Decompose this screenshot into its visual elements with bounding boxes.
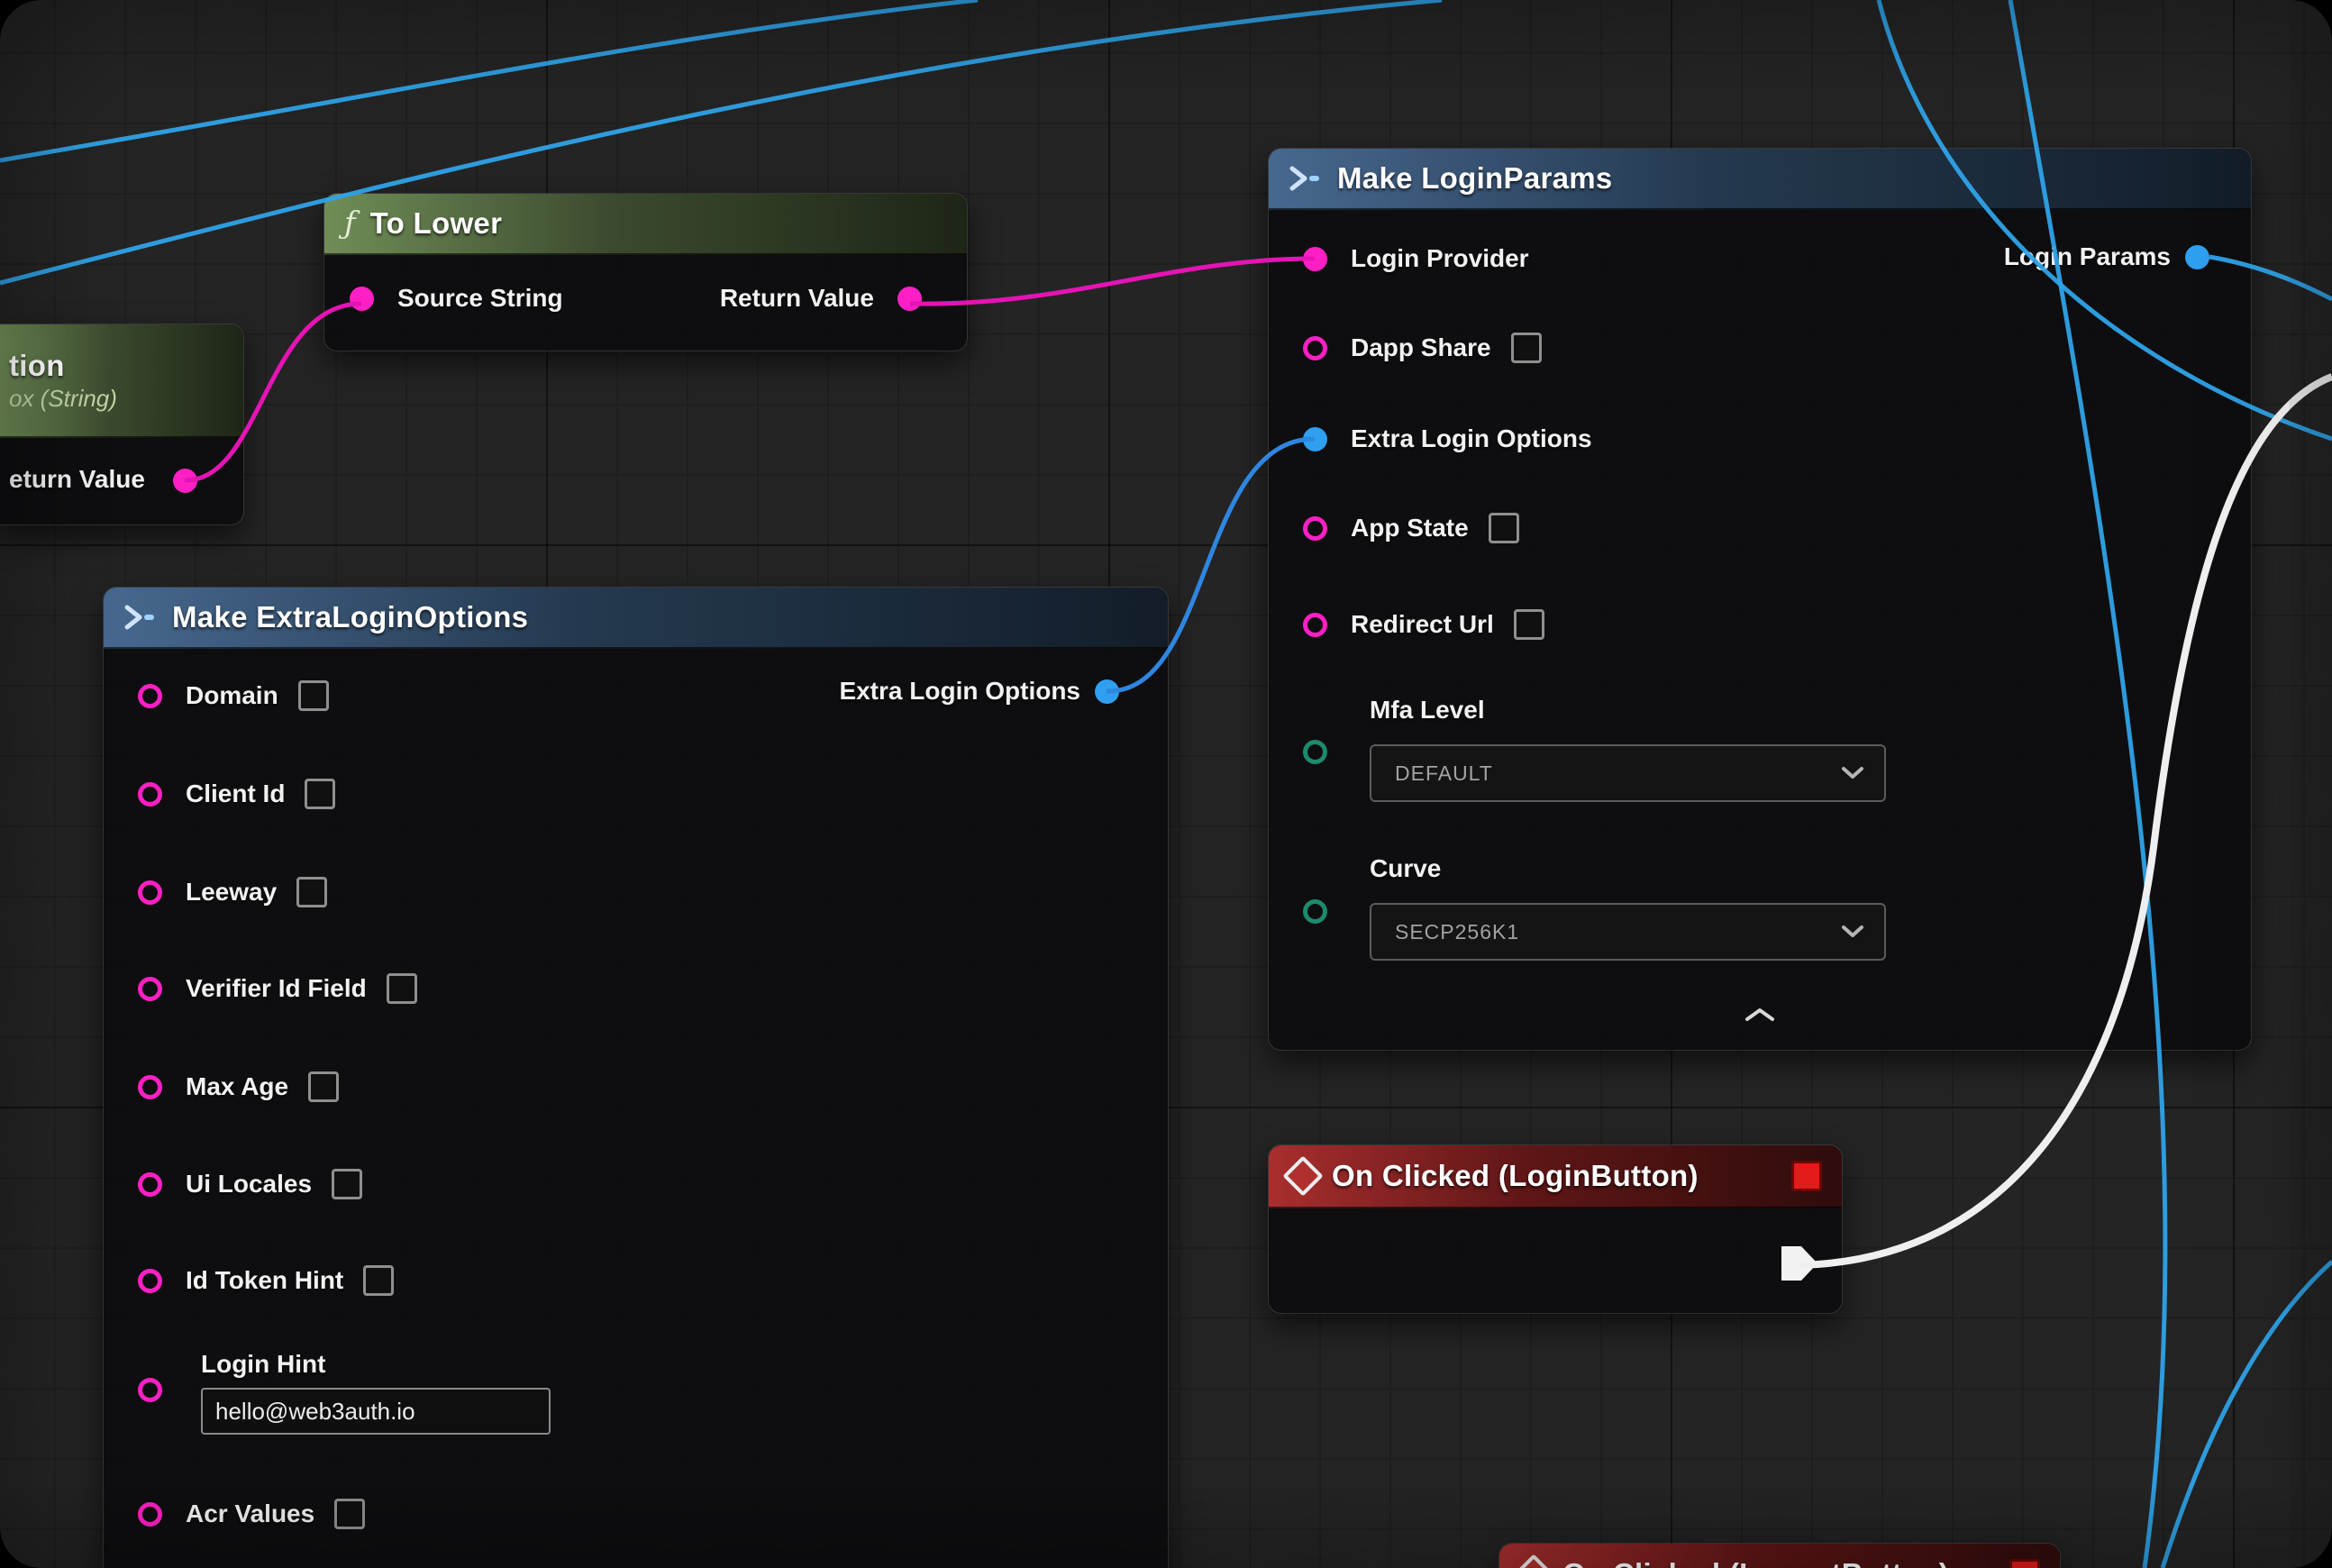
chevron-up-icon [1744, 1007, 1776, 1023]
node-make-login-params[interactable]: Make LoginParams Login Params Login Prov… [1269, 149, 2251, 1050]
login-hint-label: Login Hint [201, 1350, 325, 1379]
event-diamond-icon [1513, 1554, 1553, 1568]
client-id-label: Client Id [186, 779, 285, 808]
curve-value: SECP256K1 [1395, 920, 1519, 944]
max-age-checkbox[interactable] [308, 1071, 339, 1102]
redirect-url-pin[interactable] [1303, 613, 1327, 637]
delegate-pin[interactable] [1791, 1161, 1822, 1191]
wire-cyan-topleft-1 [0, 0, 978, 160]
ui-locales-pin[interactable] [138, 1172, 162, 1197]
app-state-label: App State [1351, 514, 1469, 542]
extra-login-options-input-label: Extra Login Options [1351, 424, 1592, 453]
id-token-hint-pin[interactable] [138, 1269, 162, 1293]
mfa-level-label: Mfa Level [1370, 696, 1485, 725]
verifier-id-field-checkbox[interactable] [387, 973, 417, 1004]
node-partial-function-title: tion [9, 349, 65, 383]
node-on-clicked-login-button[interactable]: On Clicked (LoginButton) [1269, 1145, 1842, 1313]
verifier-id-field-label: Verifier Id Field [186, 974, 367, 1003]
dapp-share-label: Dapp Share [1351, 333, 1491, 362]
exec-output-pin[interactable] [1781, 1246, 1817, 1281]
chevron-down-icon [1841, 925, 1864, 939]
node-partial-function-header[interactable]: tion ox (String) [0, 324, 243, 438]
node-make-extra-login-options-title: Make ExtraLoginOptions [172, 600, 528, 634]
login-provider-label: Login Provider [1351, 244, 1529, 273]
collapse-node-button[interactable] [1728, 999, 1791, 1030]
curve-dropdown[interactable]: SECP256K1 [1370, 903, 1886, 961]
id-token-hint-label: Id Token Hint [186, 1266, 343, 1295]
node-make-extra-login-options-header[interactable]: Make ExtraLoginOptions [104, 588, 1168, 649]
dapp-share-pin[interactable] [1303, 336, 1327, 360]
node-to-lower-title: To Lower [370, 206, 503, 241]
node-on-clicked-logout-button-header[interactable]: On Clicked (LogoutButton) [1499, 1544, 2060, 1568]
node-on-clicked-login-button-header[interactable]: On Clicked (LoginButton) [1269, 1145, 1842, 1208]
max-age-label: Max Age [186, 1072, 288, 1101]
node-on-clicked-logout-button[interactable]: On Clicked (LogoutButton) [1499, 1544, 2060, 1568]
blueprint-editor: tion ox (String) eturn Value ƒ To Lower … [0, 0, 2332, 1568]
extra-login-options-output-label: Extra Login Options [839, 677, 1080, 706]
redirect-url-label: Redirect Url [1351, 610, 1494, 639]
app-state-checkbox[interactable] [1489, 513, 1519, 543]
event-diamond-icon [1282, 1155, 1323, 1196]
delegate-pin[interactable] [2009, 1559, 2040, 1568]
chevron-down-icon [1841, 766, 1864, 780]
dapp-share-checkbox[interactable] [1511, 333, 1542, 363]
node-to-lower-header[interactable]: ƒ To Lower [324, 194, 967, 255]
node-to-lower[interactable]: ƒ To Lower Source String Return Value [324, 194, 967, 351]
domain-label: Domain [186, 681, 278, 710]
login-hint-input[interactable] [201, 1388, 551, 1435]
app-state-pin[interactable] [1303, 516, 1327, 541]
node-on-clicked-logout-button-title: On Clicked (LogoutButton) [1562, 1557, 1949, 1568]
node-make-extra-login-options[interactable]: Make ExtraLoginOptions Extra Login Optio… [104, 588, 1168, 1568]
make-struct-icon [1289, 165, 1323, 192]
curve-label: Curve [1370, 854, 1441, 883]
login-params-output-label: Login Params [2004, 242, 2171, 271]
extra-login-options-output-pin[interactable] [1095, 679, 1119, 704]
node-partial-function[interactable]: tion ox (String) eturn Value [0, 324, 243, 524]
source-string-pin[interactable] [350, 287, 374, 311]
leeway-pin[interactable] [138, 880, 162, 905]
node-on-clicked-login-button-title: On Clicked (LoginButton) [1332, 1159, 1699, 1193]
wire-tolower-to-login-provider [910, 259, 1315, 304]
redirect-url-checkbox[interactable] [1514, 609, 1544, 640]
acr-values-label: Acr Values [186, 1500, 314, 1528]
acr-values-checkbox[interactable] [334, 1499, 365, 1529]
mfa-level-pin[interactable] [1303, 740, 1327, 764]
domain-pin[interactable] [138, 684, 162, 708]
login-provider-pin[interactable] [1303, 247, 1327, 271]
max-age-pin[interactable] [138, 1075, 162, 1099]
login-hint-pin[interactable] [138, 1378, 162, 1402]
node-make-login-params-header[interactable]: Make LoginParams [1269, 149, 2251, 210]
leeway-checkbox[interactable] [296, 877, 327, 907]
ui-locales-label: Ui Locales [186, 1170, 312, 1199]
mfa-level-value: DEFAULT [1395, 761, 1493, 786]
id-token-hint-checkbox[interactable] [363, 1265, 394, 1296]
node-make-login-params-title: Make LoginParams [1337, 161, 1613, 196]
client-id-pin[interactable] [138, 782, 162, 807]
client-id-checkbox[interactable] [305, 779, 335, 809]
partial-return-value-label: eturn Value [9, 465, 145, 494]
return-value-label: Return Value [720, 284, 874, 313]
curve-pin[interactable] [1303, 899, 1327, 924]
return-value-pin[interactable] [897, 287, 922, 311]
acr-values-pin[interactable] [138, 1502, 162, 1527]
wire-cyan-bottom-corner [2163, 1262, 2332, 1568]
node-partial-function-subtitle: ox (String) [9, 385, 117, 413]
mfa-level-dropdown[interactable]: DEFAULT [1370, 744, 1886, 802]
blueprint-canvas[interactable]: tion ox (String) eturn Value ƒ To Lower … [0, 0, 2332, 1568]
leeway-label: Leeway [186, 878, 277, 907]
login-params-output-pin[interactable] [2185, 245, 2209, 269]
function-icon: ƒ [344, 208, 356, 239]
source-string-label: Source String [397, 284, 563, 313]
partial-return-value-pin[interactable] [173, 469, 197, 493]
make-struct-icon [123, 604, 158, 631]
ui-locales-checkbox[interactable] [332, 1169, 362, 1199]
verifier-id-field-pin[interactable] [138, 977, 162, 1001]
domain-checkbox[interactable] [298, 680, 329, 711]
extra-login-options-input-pin[interactable] [1303, 427, 1327, 451]
